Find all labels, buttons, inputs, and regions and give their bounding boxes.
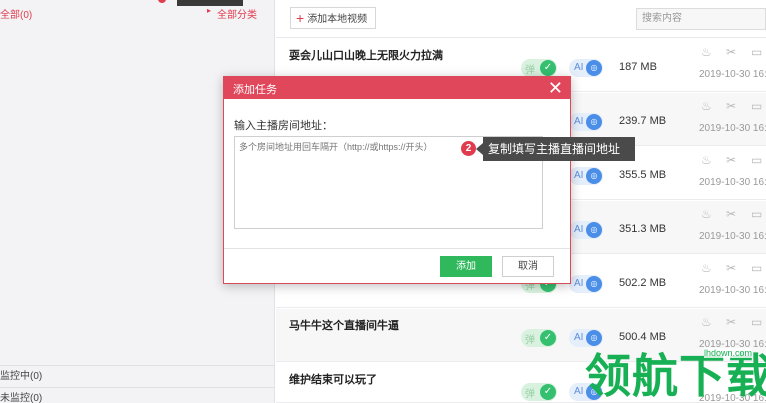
- category-all-right[interactable]: 全部分类: [217, 6, 257, 21]
- ai-toggle[interactable]: AI ◎: [569, 221, 603, 239]
- folder-icon[interactable]: ▭: [751, 45, 762, 59]
- sidebar-item-monitoring[interactable]: 监控中(0): [0, 365, 275, 387]
- file-size: 502.2 MB: [619, 277, 667, 289]
- file-size: 355.5 MB: [619, 169, 667, 181]
- ai-badge-icon: ◎: [586, 60, 602, 76]
- bike-icon[interactable]: ♨: [701, 315, 712, 329]
- row-title: 维护结束可以玩了: [289, 374, 377, 386]
- check-icon: ✓: [540, 60, 556, 76]
- danmaku-toggle[interactable]: 弹✓: [521, 59, 557, 77]
- cancel-button[interactable]: 取消: [502, 256, 554, 277]
- ai-toggle[interactable]: AI ◎: [569, 275, 603, 293]
- bike-icon[interactable]: ♨: [701, 261, 712, 275]
- bike-icon[interactable]: ♨: [701, 153, 712, 167]
- add-local-video-button[interactable]: + 添加本地视频: [290, 7, 376, 29]
- ai-toggle[interactable]: AI ◎: [569, 167, 603, 185]
- main-toolbar: + 添加本地视频 搜索内容: [276, 0, 766, 38]
- ai-toggle[interactable]: AI ◎: [569, 59, 603, 77]
- add-button[interactable]: 添加: [440, 256, 492, 277]
- tooltip: 复制填写主播直播间地址: [483, 137, 635, 161]
- ai-badge-icon: ◎: [586, 168, 602, 184]
- dialog-header: 添加任务 ✕: [224, 77, 570, 99]
- dialog-divider: [224, 248, 570, 249]
- row-title: 耍会儿山口山晚上无限火力拉满: [289, 50, 443, 62]
- danmaku-toggle[interactable]: 弹✓: [521, 329, 557, 347]
- scissors-icon[interactable]: ✂: [726, 153, 736, 167]
- file-size: 239.7 MB: [619, 115, 667, 127]
- bike-icon[interactable]: ♨: [701, 99, 712, 113]
- folder-icon[interactable]: ▭: [751, 153, 762, 167]
- sidebar-item-not-monitoring[interactable]: 未监控(0): [0, 387, 275, 403]
- room-url-label: 输入主播房间地址：: [234, 120, 333, 132]
- bike-icon[interactable]: ♨: [701, 45, 712, 59]
- file-size: 351.3 MB: [619, 223, 667, 235]
- scissors-icon[interactable]: ✂: [726, 207, 736, 221]
- row-title: 马牛牛这个直播间牛逼: [289, 320, 399, 332]
- folder-icon[interactable]: ▭: [751, 99, 762, 113]
- tooltip-arrow: [476, 143, 483, 155]
- folder-icon[interactable]: ▭: [751, 315, 762, 329]
- danmaku-toggle[interactable]: 弹✓: [521, 383, 557, 401]
- scissors-icon[interactable]: ✂: [726, 315, 736, 329]
- add-task-dialog: 添加任务 ✕ 输入主播房间地址： 添加 取消: [223, 76, 571, 284]
- ai-badge-icon: ◎: [586, 114, 602, 130]
- folder-icon[interactable]: ▭: [751, 261, 762, 275]
- check-icon: ✓: [540, 330, 556, 346]
- close-icon[interactable]: ✕: [548, 77, 563, 99]
- add-local-video-label: 添加本地视频: [307, 14, 368, 25]
- search-input[interactable]: 搜索内容: [636, 8, 766, 30]
- ai-badge-icon: ◎: [586, 222, 602, 238]
- row-date: 2019-10-30 16:: [699, 177, 766, 188]
- caret-right-icon: ▸: [207, 6, 212, 15]
- row-date: 2019-10-30 16:: [699, 69, 766, 80]
- file-size: 187 MB: [619, 61, 657, 73]
- scissors-icon[interactable]: ✂: [726, 261, 736, 275]
- step-badge: 2: [461, 141, 476, 156]
- check-icon: ✓: [540, 384, 556, 400]
- category-all[interactable]: 全部(0): [0, 6, 32, 21]
- bike-icon[interactable]: ♨: [701, 207, 712, 221]
- ai-toggle[interactable]: AI ◎: [569, 113, 603, 131]
- scissors-icon[interactable]: ✂: [726, 45, 736, 59]
- row-date: 2019-10-30 16:: [699, 123, 766, 134]
- plus-icon: +: [296, 10, 305, 26]
- folder-icon[interactable]: ▭: [751, 207, 762, 221]
- notification-dot: [158, 0, 166, 3]
- row-date: 2019-10-30 16:: [699, 285, 766, 296]
- watermark-url: lhdown.com: [704, 348, 753, 358]
- row-date: 2019-10-30 16:: [699, 231, 766, 242]
- scissors-icon[interactable]: ✂: [726, 99, 736, 113]
- ai-badge-icon: ◎: [586, 276, 602, 292]
- dialog-title: 添加任务: [233, 84, 277, 96]
